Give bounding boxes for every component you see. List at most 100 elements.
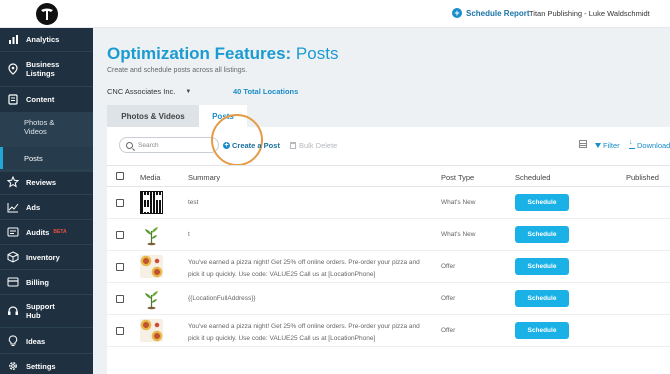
schedule-report-button[interactable]: + Schedule Report bbox=[452, 8, 530, 18]
sidebar-subitem-photos-videos[interactable]: Photos & Videos bbox=[0, 118, 70, 136]
row-checkbox[interactable] bbox=[116, 263, 124, 271]
row-post-type: What's New bbox=[441, 199, 476, 206]
search-icon bbox=[126, 141, 133, 149]
schedule-button[interactable]: Schedule bbox=[515, 226, 569, 243]
page-title-light: Posts bbox=[295, 44, 339, 63]
sidebar-item-inventory[interactable]: Inventory bbox=[0, 250, 93, 264]
analytics-icon bbox=[6, 32, 20, 46]
row-summary: {{LocationFullAddress}} bbox=[188, 295, 256, 302]
search-input[interactable]: Search bbox=[119, 137, 219, 153]
plant-image bbox=[140, 223, 163, 246]
sidebar-item-billing[interactable]: Billing bbox=[0, 275, 93, 289]
titan-logo-icon[interactable] bbox=[36, 3, 58, 25]
account-name[interactable]: Titan Publishing - Luke Waldschmidt bbox=[529, 9, 650, 18]
divider bbox=[0, 51, 93, 52]
create-post-label: Create a Post bbox=[232, 141, 280, 150]
sidebar-item-ads[interactable]: Ads bbox=[0, 200, 93, 214]
divider bbox=[0, 244, 93, 245]
sidebar-item-label: Ideas bbox=[26, 336, 46, 346]
sidebar-item-ideas[interactable]: Ideas bbox=[0, 334, 93, 348]
schedule-button[interactable]: Schedule bbox=[515, 194, 569, 211]
pizza-image bbox=[140, 319, 163, 342]
row-summary: t bbox=[188, 231, 190, 238]
column-header-scheduled: Scheduled bbox=[515, 173, 551, 182]
download-label: Download bbox=[637, 141, 670, 150]
top-bar: + Schedule Report Titan Publishing - Luk… bbox=[0, 0, 670, 28]
main-content: Optimization Features: Posts Create and … bbox=[93, 28, 670, 374]
billing-icon bbox=[6, 275, 20, 289]
page-title-strong: Optimization Features: bbox=[107, 44, 292, 63]
create-post-button[interactable]: + Create a Post bbox=[223, 141, 280, 150]
row-summary: You've earned a pizza night! Get 25% off… bbox=[188, 259, 420, 278]
schedule-button[interactable]: Schedule bbox=[515, 322, 569, 339]
table-row: You've earned a pizza night! Get 25% off… bbox=[107, 251, 670, 283]
table-row: You've earned a pizza night! Get 25% off… bbox=[107, 315, 670, 347]
row-post-type: What's New bbox=[441, 231, 476, 238]
table-header: Media Summary Post Type Scheduled Publis… bbox=[107, 165, 670, 187]
sidebar-item-label: Settings bbox=[26, 361, 56, 371]
download-icon bbox=[629, 139, 635, 149]
table-row: test What's New Schedule bbox=[107, 187, 670, 219]
plant-image bbox=[140, 287, 163, 310]
filter-icon bbox=[595, 143, 601, 148]
divider bbox=[0, 269, 93, 270]
column-settings-icon[interactable] bbox=[579, 140, 587, 148]
filter-button[interactable]: Filter bbox=[595, 141, 620, 150]
schedule-button[interactable]: Schedule bbox=[515, 258, 569, 275]
total-locations-link[interactable]: 40 Total Locations bbox=[233, 87, 298, 96]
plus-circle-icon: + bbox=[223, 142, 230, 149]
divider bbox=[0, 327, 93, 328]
sidebar: Analytics Business Listings Content Phot… bbox=[0, 28, 93, 374]
sidebar-item-content[interactable]: Content bbox=[0, 92, 93, 106]
sidebar-item-support-hub[interactable]: Support Hub bbox=[0, 300, 93, 322]
star-icon bbox=[6, 175, 20, 189]
account-select[interactable]: CNC Associates Inc. ▼ bbox=[107, 87, 191, 96]
table-row: t What's New Schedule bbox=[107, 219, 670, 251]
plus-circle-icon: + bbox=[452, 8, 462, 18]
column-header-summary: Summary bbox=[188, 173, 221, 182]
divider bbox=[0, 353, 93, 354]
column-header-media: Media bbox=[140, 173, 161, 182]
sidebar-item-label: Ads bbox=[26, 202, 41, 212]
row-checkbox[interactable] bbox=[116, 295, 124, 303]
sidebar-item-label: Reviews bbox=[26, 177, 57, 187]
gear-icon bbox=[6, 359, 20, 373]
trash-icon bbox=[290, 142, 296, 149]
download-button[interactable]: Download bbox=[629, 139, 670, 150]
divider bbox=[0, 294, 93, 295]
page-title: Optimization Features: Posts bbox=[107, 44, 338, 64]
sidebar-item-label: Support Hub bbox=[26, 302, 55, 320]
posts-panel: Search + Create a Post Bulk Delete Filte… bbox=[107, 114, 670, 374]
schedule-button[interactable]: Schedule bbox=[515, 290, 569, 307]
row-post-type: Offer bbox=[441, 327, 456, 334]
row-post-type: Offer bbox=[441, 263, 456, 270]
sidebar-item-label: Content bbox=[26, 94, 55, 104]
divider bbox=[0, 86, 93, 87]
bulk-delete-button[interactable]: Bulk Delete bbox=[290, 141, 337, 150]
sidebar-item-label: Billing bbox=[26, 277, 49, 287]
sidebar-item-audits[interactable]: Audits BETA bbox=[0, 225, 93, 239]
sidebar-item-analytics[interactable]: Analytics bbox=[0, 32, 93, 46]
row-checkbox[interactable] bbox=[116, 327, 124, 335]
row-checkbox[interactable] bbox=[116, 231, 124, 239]
column-header-post-type: Post Type bbox=[441, 173, 475, 182]
sidebar-item-settings[interactable]: Settings bbox=[0, 359, 93, 373]
qr-code-image bbox=[140, 191, 163, 214]
search-placeholder: Search bbox=[138, 141, 159, 149]
location-pin-icon bbox=[6, 62, 20, 76]
row-checkbox[interactable] bbox=[116, 199, 124, 207]
sidebar-item-reviews[interactable]: Reviews bbox=[0, 175, 93, 189]
sidebar-item-label: Business Listings bbox=[26, 60, 60, 78]
account-select-value: CNC Associates Inc. bbox=[107, 87, 176, 96]
tab-photos-videos[interactable]: Photos & Videos bbox=[107, 105, 199, 127]
sidebar-item-label: Audits bbox=[26, 227, 50, 237]
table-row: {{LocationFullAddress}} Offer Schedule bbox=[107, 283, 670, 315]
sidebar-item-business-listings[interactable]: Business Listings bbox=[0, 58, 93, 80]
headset-icon bbox=[6, 304, 20, 318]
page-subtitle: Create and schedule posts across all lis… bbox=[107, 67, 248, 74]
select-all-checkbox[interactable] bbox=[116, 172, 124, 180]
sidebar-subitem-posts[interactable]: Posts bbox=[0, 154, 93, 163]
row-post-type: Offer bbox=[441, 295, 456, 302]
sidebar-item-label: Inventory bbox=[26, 252, 60, 262]
content-icon bbox=[6, 92, 20, 106]
